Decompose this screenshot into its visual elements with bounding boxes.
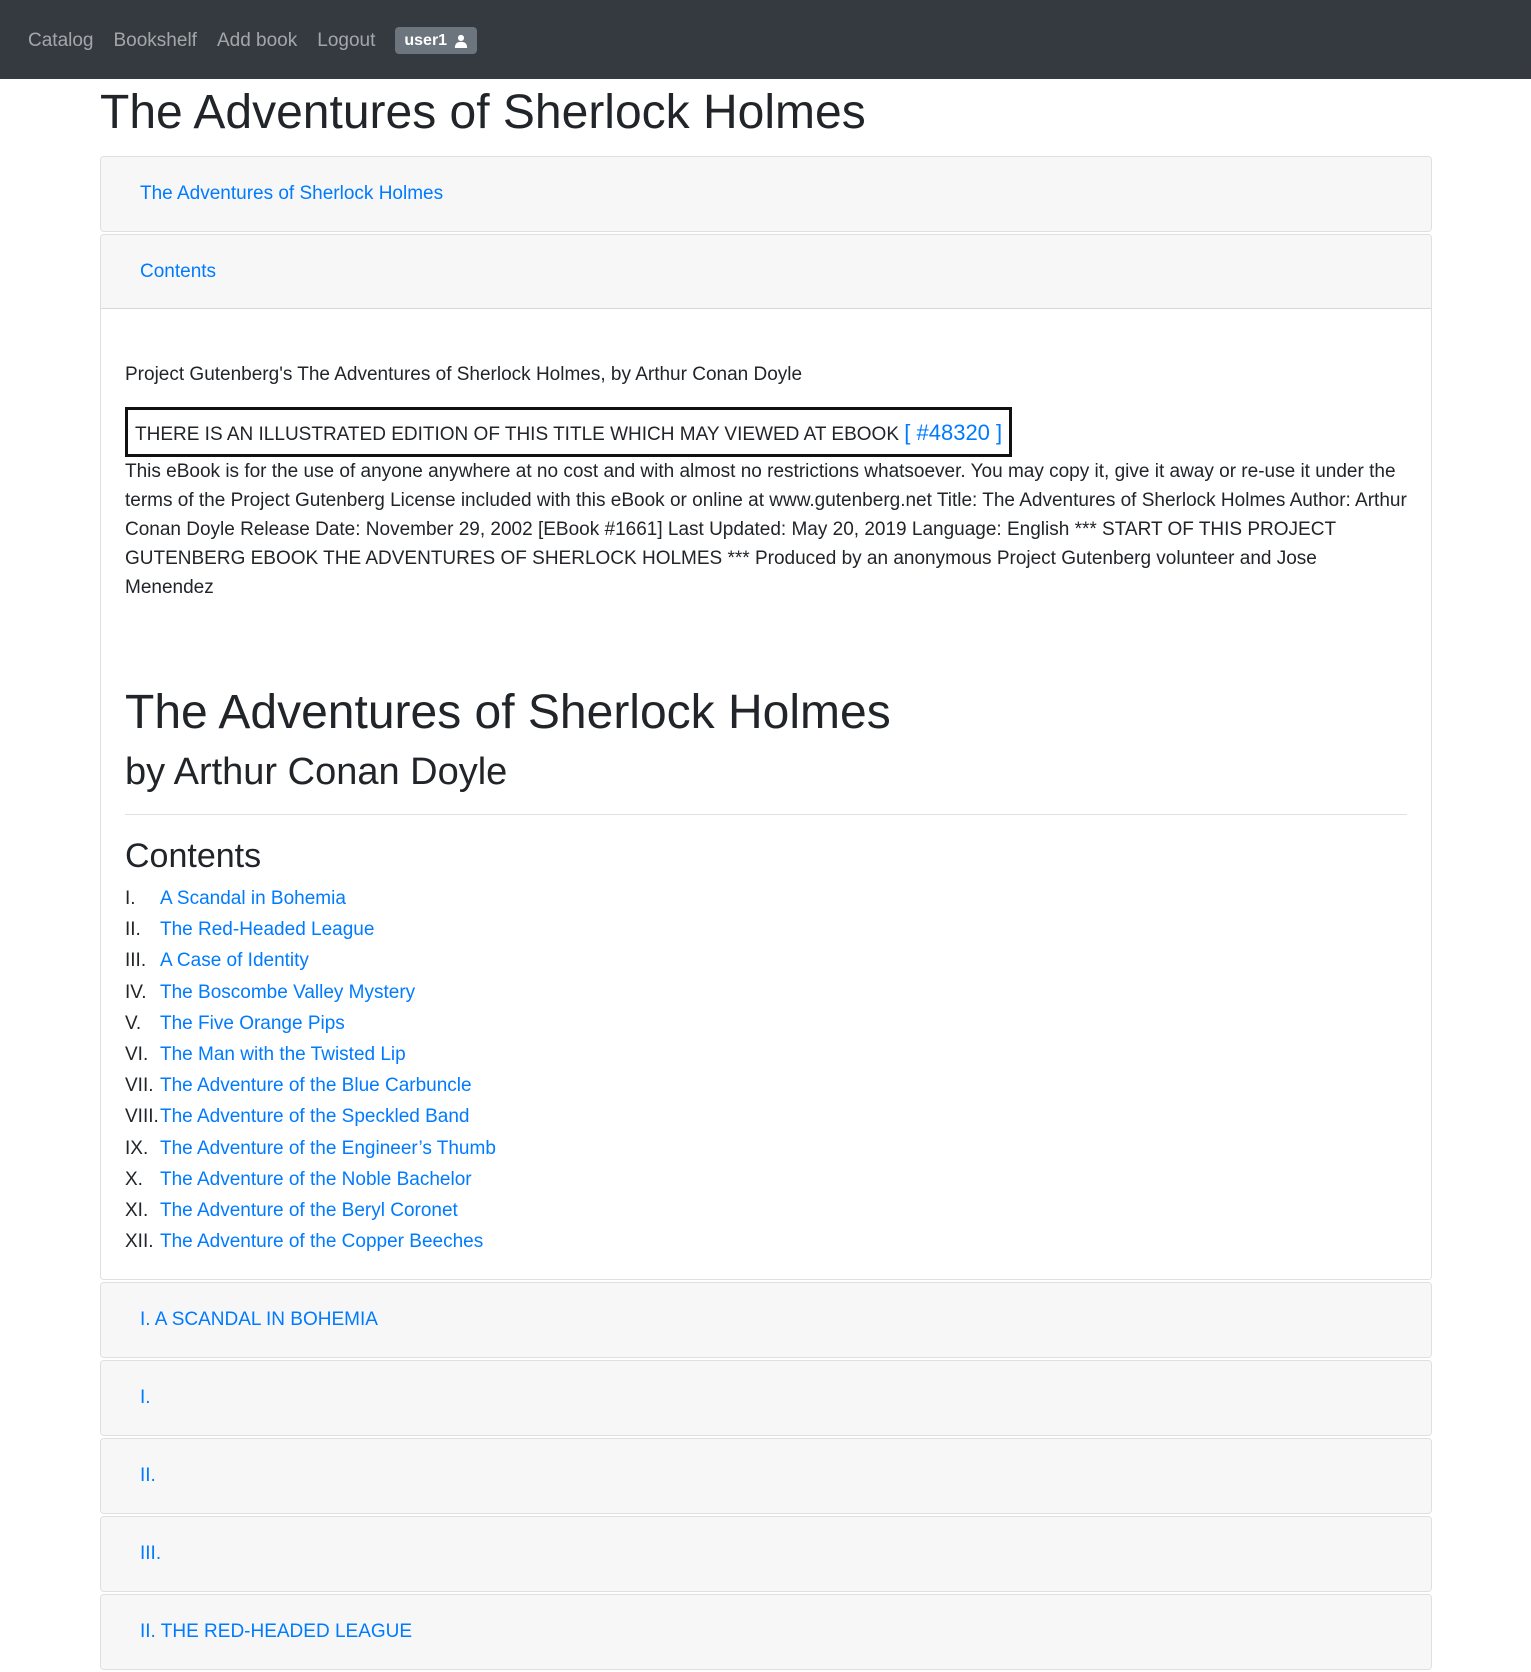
toc-item: IX. The Adventure of the Engineer’s Thumb — [125, 1133, 1407, 1164]
section-card-title: The Adventures of Sherlock Holmes — [100, 156, 1432, 232]
toc-link[interactable]: The Adventure of the Speckled Band — [160, 1101, 470, 1132]
section-card-part-3: III. — [100, 1516, 1432, 1593]
section-title-link[interactable]: The Adventures of Sherlock Holmes — [140, 183, 443, 205]
book-author: by Arthur Conan Doyle — [125, 751, 508, 793]
toc-number: II. — [125, 919, 141, 941]
toc-link[interactable]: The Adventure of the Copper Beeches — [160, 1226, 483, 1257]
toc-number: VIII. — [125, 1106, 159, 1128]
card-header[interactable]: The Adventures of Sherlock Holmes — [101, 157, 1431, 231]
toc-item: I. A Scandal in Bohemia — [125, 883, 1407, 914]
toc-number: IX. — [125, 1137, 149, 1159]
user-name: user1 — [404, 31, 448, 49]
section-header-link[interactable]: III. — [140, 1543, 161, 1565]
card-header[interactable]: I. — [101, 1361, 1431, 1436]
user-icon — [454, 34, 468, 48]
section-card-chapter-2: II. THE RED-HEADED LEAGUE — [100, 1594, 1432, 1671]
section-header-link[interactable]: II. THE RED-HEADED LEAGUE — [140, 1621, 412, 1643]
toc-link[interactable]: A Case of Identity — [160, 945, 309, 976]
nav-catalog-link[interactable]: Catalog — [28, 29, 94, 50]
toc-number: XI. — [125, 1200, 149, 1222]
toc-item: IV. The Boscombe Valley Mystery — [125, 977, 1407, 1008]
contents-header-link[interactable]: Contents — [140, 261, 216, 283]
contents-body: Project Gutenberg's The Adventures of Sh… — [101, 309, 1431, 1280]
toc-number: X. — [125, 1168, 143, 1190]
toc-item: VIII. The Adventure of the Speckled Band — [125, 1101, 1407, 1132]
toc-link[interactable]: The Man with the Twisted Lip — [160, 1039, 406, 1070]
book-title: The Adventures of Sherlock Holmes — [125, 686, 891, 739]
contents-heading: Contents — [125, 837, 262, 875]
section-card-contents: Contents Project Gutenberg's The Adventu… — [100, 234, 1432, 1281]
section-header-link[interactable]: I. A SCANDAL IN BOHEMIA — [140, 1309, 378, 1331]
card-header[interactable]: Contents — [101, 235, 1431, 309]
toc-number: IV. — [125, 981, 147, 1003]
section-card-part-2: II. — [100, 1438, 1432, 1515]
card-header[interactable]: I. A SCANDAL IN BOHEMIA — [101, 1283, 1431, 1358]
toc-link[interactable]: The Boscombe Valley Mystery — [160, 977, 415, 1008]
toc-item: XI. The Adventure of the Beryl Coronet — [125, 1195, 1407, 1226]
toc-number: VII. — [125, 1075, 154, 1097]
toc-link[interactable]: A Scandal in Bohemia — [160, 883, 346, 914]
section-card-part-1: I. — [100, 1360, 1432, 1437]
card-header[interactable]: III. — [101, 1517, 1431, 1592]
nav-bookshelf-link[interactable]: Bookshelf — [114, 29, 197, 50]
toc-item: X. The Adventure of the Noble Bachelor — [125, 1164, 1407, 1195]
notice-text: THERE IS AN ILLUSTRATED EDITION OF THIS … — [135, 424, 899, 445]
intro-text: Project Gutenberg's The Adventures of Sh… — [125, 364, 803, 385]
toc-item: II. The Red-Headed League — [125, 914, 1407, 945]
table-of-contents: I. A Scandal in Bohemia II. The Red-Headed… — [125, 883, 1407, 1257]
toc-number: III. — [125, 950, 147, 972]
book-accordion: The Adventures of Sherlock Holmes Conten… — [100, 156, 1432, 1672]
top-navbar: Catalog Bookshelf Add book Logout user1 — [0, 0, 1531, 79]
toc-number: VI. — [125, 1044, 149, 1066]
toc-link[interactable]: The Adventure of the Beryl Coronet — [160, 1195, 458, 1226]
toc-number: I. — [125, 888, 136, 909]
nav-add-book-link[interactable]: Add book — [217, 29, 297, 50]
illustrated-edition-notice: THERE IS AN ILLUSTRATED EDITION OF THIS … — [125, 407, 1013, 457]
section-header-link[interactable]: I. — [140, 1387, 151, 1409]
toc-link[interactable]: The Adventure of the Noble Bachelor — [160, 1164, 472, 1195]
license-text: This eBook is for the use of anyone anyw… — [125, 461, 1407, 598]
toc-item: III. A Case of Identity — [125, 945, 1407, 976]
nav-logout-link[interactable]: Logout — [317, 29, 375, 50]
toc-link[interactable]: The Red-Headed League — [160, 914, 374, 945]
divider — [125, 814, 1407, 815]
card-header[interactable]: II. THE RED-HEADED LEAGUE — [101, 1595, 1431, 1670]
card-header[interactable]: II. — [101, 1439, 1431, 1514]
section-header-link[interactable]: II. — [140, 1465, 156, 1487]
toc-link[interactable]: The Adventure of the Blue Carbuncle — [160, 1070, 472, 1101]
user-badge[interactable]: user1 — [395, 27, 478, 54]
toc-link[interactable]: The Adventure of the Engineer’s Thumb — [160, 1133, 496, 1164]
page-title: The Adventures of Sherlock Holmes — [100, 86, 866, 139]
toc-link[interactable]: The Five Orange Pips — [160, 1008, 345, 1039]
ebook-link[interactable]: [ #48320 ] — [904, 420, 1002, 445]
toc-number: V. — [125, 1012, 142, 1034]
section-card-chapter-1: I. A SCANDAL IN BOHEMIA — [100, 1282, 1432, 1359]
toc-item: VII. The Adventure of the Blue Carbuncle — [125, 1070, 1407, 1101]
toc-item: VI. The Man with the Twisted Lip — [125, 1039, 1407, 1070]
toc-item: V. The Five Orange Pips — [125, 1008, 1407, 1039]
toc-number: XII. — [125, 1231, 154, 1253]
toc-item: XII. The Adventure of the Copper Beeches — [125, 1226, 1407, 1257]
